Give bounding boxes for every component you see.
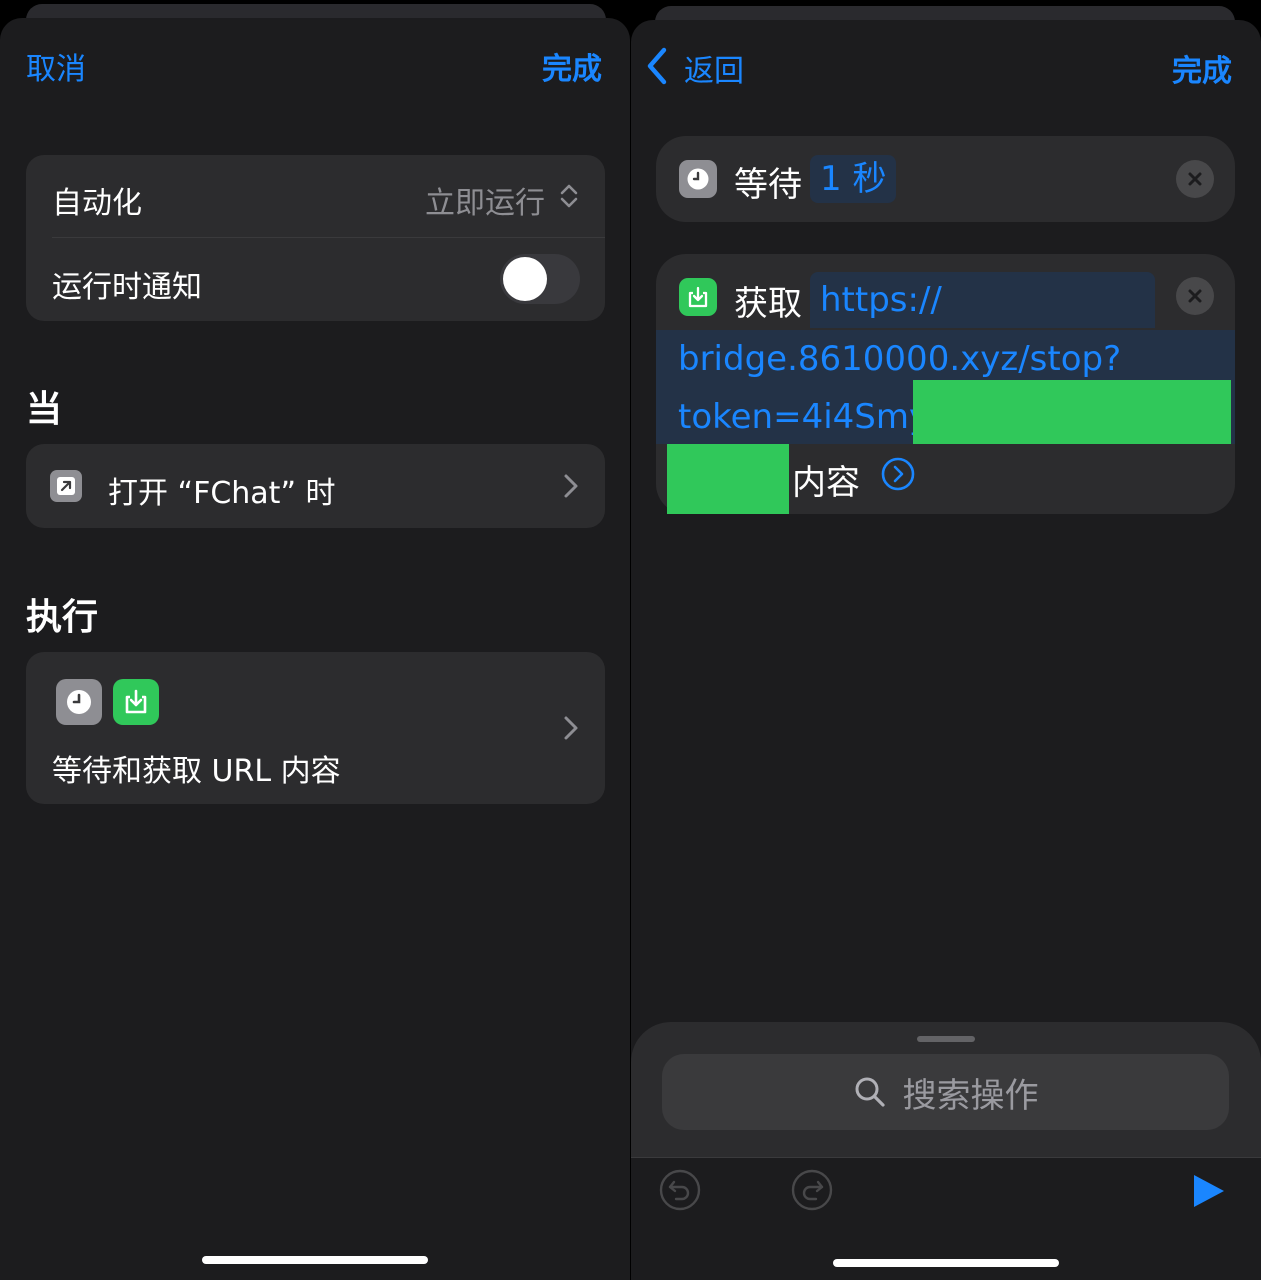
screen: 取消 完成 自动化 立即运行 运行时通知 当 打开 “FChat” 时 执行 等… [0,0,1261,1280]
redaction-block [913,380,1231,444]
automation-label: 自动化 [52,186,142,221]
remove-action-button[interactable] [1176,160,1214,198]
back-chevron-icon[interactable] [644,46,670,86]
close-icon [1188,172,1202,186]
up-down-chevron-icon[interactable] [558,182,580,210]
close-icon [1188,289,1202,303]
done-button[interactable]: 完成 [542,44,602,88]
fetch-action-suffix: 内容 [792,463,860,503]
remove-action-button[interactable] [1176,277,1214,315]
undo-icon[interactable] [659,1169,701,1211]
cancel-button[interactable]: 取消 [26,44,86,88]
redo-icon[interactable] [791,1169,833,1211]
sheet-grabber[interactable] [917,1036,975,1042]
search-actions-field[interactable]: 搜索操作 [662,1054,1229,1130]
actions-summary-label: 等待和获取 URL 内容 [52,754,341,789]
run-play-icon[interactable] [1190,1172,1228,1210]
redaction-block [667,444,789,514]
trigger-label: 打开 “FChat” 时 [108,476,336,511]
done-button[interactable]: 完成 [1172,46,1232,90]
search-icon [855,1077,885,1107]
notify-toggle[interactable] [500,254,580,304]
notify-label: 运行时通知 [52,270,202,305]
row-divider [52,237,605,238]
expand-options-icon[interactable] [880,456,916,492]
chevron-right-icon [564,716,578,740]
clock-icon [679,160,717,198]
do-section-title: 执行 [26,597,99,638]
wait-duration-token[interactable]: 1 秒 [810,155,897,203]
open-app-arrow-icon [50,470,82,502]
when-section-title: 当 [26,389,63,430]
chevron-right-icon [564,474,578,498]
back-button[interactable]: 返回 [684,46,744,90]
wait-action-label: 等待 [734,165,802,205]
fetch-action-label: 获取 [734,284,802,324]
download-icon [679,278,717,316]
home-indicator [833,1259,1059,1267]
run-mode-value[interactable]: 立即运行 [425,178,545,222]
search-placeholder: 搜索操作 [902,1075,1039,1116]
download-icon [113,679,159,725]
clock-icon [56,679,102,725]
toggle-knob [503,257,547,301]
home-indicator [202,1256,428,1264]
url-token-line1[interactable]: https:// [810,272,1155,328]
